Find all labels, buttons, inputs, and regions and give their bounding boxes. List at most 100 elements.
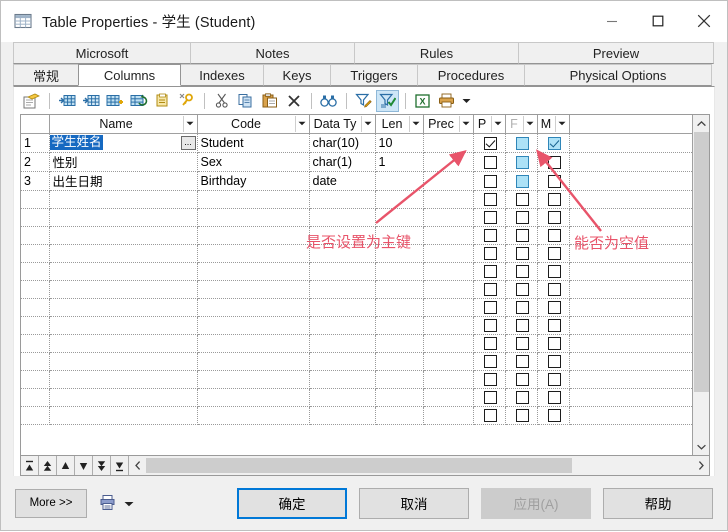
delete-icon[interactable] — [282, 90, 305, 112]
cell-datatype[interactable]: char(1) — [309, 152, 376, 172]
nav-next-page-button[interactable] — [93, 456, 111, 475]
row-number-empty[interactable] — [21, 352, 50, 371]
cell-name[interactable]: 性别 — [49, 152, 198, 172]
table-row-empty[interactable] — [21, 190, 692, 209]
chevron-down-icon[interactable] — [360, 115, 375, 132]
scroll-left-button[interactable] — [129, 456, 146, 475]
column-header-mandatory[interactable]: M — [537, 115, 570, 134]
vertical-scrollbar[interactable] — [692, 115, 709, 455]
row-number-empty[interactable] — [21, 370, 50, 389]
cell-foreign[interactable] — [505, 133, 538, 153]
maximize-button[interactable] — [635, 1, 681, 41]
row-number-empty[interactable] — [21, 208, 50, 227]
chevron-down-icon[interactable] — [522, 115, 537, 132]
table-row-empty[interactable] — [21, 244, 692, 263]
cell-checkbox-empty[interactable] — [505, 388, 538, 407]
row-number-empty[interactable] — [21, 406, 50, 425]
cell-empty[interactable] — [197, 280, 310, 299]
cell-checkbox-empty[interactable] — [505, 208, 538, 227]
cell-checkbox-empty[interactable] — [473, 406, 506, 425]
cell-checkbox-empty[interactable] — [505, 244, 538, 263]
row-number[interactable]: 1 — [21, 133, 50, 153]
print-icon[interactable] — [435, 90, 458, 112]
cell-mandatory[interactable] — [537, 152, 570, 172]
cell-code[interactable]: Birthday — [197, 171, 310, 191]
cell-empty[interactable] — [375, 244, 424, 263]
table-row-empty[interactable] — [21, 262, 692, 281]
cell-empty[interactable] — [375, 226, 424, 245]
cell-empty[interactable] — [423, 190, 474, 209]
scroll-up-button[interactable] — [693, 115, 709, 132]
cell-checkbox-empty[interactable] — [505, 370, 538, 389]
export-excel-icon[interactable]: X — [411, 90, 434, 112]
cell-empty[interactable] — [309, 370, 376, 389]
cell-empty[interactable] — [375, 298, 424, 317]
cell-empty[interactable] — [309, 316, 376, 335]
cell-checkbox-empty[interactable] — [537, 298, 570, 317]
copy-icon[interactable] — [234, 90, 257, 112]
cell-empty[interactable] — [423, 262, 474, 281]
cell-len[interactable] — [375, 171, 424, 191]
cell-empty[interactable] — [309, 190, 376, 209]
cell-checkbox-empty[interactable] — [537, 280, 570, 299]
cell-checkbox-empty[interactable] — [537, 190, 570, 209]
cell-empty[interactable] — [49, 244, 198, 263]
table-row-empty[interactable] — [21, 316, 692, 335]
cell-checkbox-empty[interactable] — [473, 262, 506, 281]
cell-prec[interactable] — [423, 171, 474, 191]
cell-empty[interactable] — [309, 226, 376, 245]
cell-checkbox-empty[interactable] — [473, 352, 506, 371]
cell-empty[interactable] — [49, 208, 198, 227]
cell-empty[interactable] — [375, 352, 424, 371]
row-number[interactable]: 2 — [21, 152, 50, 172]
cell-checkbox-empty[interactable] — [505, 262, 538, 281]
cell-checkbox-empty[interactable] — [473, 298, 506, 317]
row-number-empty[interactable] — [21, 388, 50, 407]
properties-icon[interactable] — [20, 90, 43, 112]
cell-empty[interactable] — [375, 208, 424, 227]
tab-microsoft[interactable]: Microsoft — [13, 42, 191, 64]
row-number-empty[interactable] — [21, 280, 50, 299]
cell-checkbox-empty[interactable] — [505, 406, 538, 425]
cell-code[interactable]: Sex — [197, 152, 310, 172]
minimize-button[interactable] — [589, 1, 635, 41]
cell-empty[interactable] — [309, 298, 376, 317]
cell-foreign[interactable] — [505, 152, 538, 172]
cell-checkbox-empty[interactable] — [537, 208, 570, 227]
cell-empty[interactable] — [375, 334, 424, 353]
cell-empty[interactable] — [197, 406, 310, 425]
row-number-empty[interactable] — [21, 190, 50, 209]
cell-empty[interactable] — [197, 352, 310, 371]
print-setup-caret-icon[interactable] — [124, 496, 134, 510]
add-row-icon[interactable] — [79, 90, 102, 112]
refresh-table-icon[interactable] — [127, 90, 150, 112]
column-header-prec[interactable]: Prec — [423, 115, 474, 134]
table-row-empty[interactable] — [21, 226, 692, 245]
edit-filter-icon[interactable] — [352, 90, 375, 112]
cell-primary[interactable] — [473, 171, 506, 191]
cell-checkbox-empty[interactable] — [505, 316, 538, 335]
cell-empty[interactable] — [49, 352, 198, 371]
row-number-empty[interactable] — [21, 244, 50, 263]
cell-empty[interactable] — [49, 280, 198, 299]
help-button[interactable]: 帮助 — [603, 487, 713, 519]
nav-last-button[interactable] — [111, 456, 129, 475]
table-row-empty[interactable] — [21, 388, 692, 407]
chevron-down-icon[interactable] — [554, 115, 569, 132]
cell-prec[interactable] — [423, 152, 474, 172]
tab-notes[interactable]: Notes — [190, 42, 355, 64]
row-number-empty[interactable] — [21, 298, 50, 317]
cell-empty[interactable] — [49, 316, 198, 335]
vertical-scroll-track[interactable] — [693, 132, 709, 438]
cell-checkbox-empty[interactable] — [473, 208, 506, 227]
cell-empty[interactable] — [49, 226, 198, 245]
cell-datatype[interactable]: char(10) — [309, 133, 376, 153]
cell-empty[interactable] — [375, 190, 424, 209]
cell-checkbox-empty[interactable] — [537, 352, 570, 371]
delete-key-icon[interactable] — [175, 90, 198, 112]
cell-checkbox-empty[interactable] — [537, 334, 570, 353]
cell-mandatory[interactable] — [537, 133, 570, 153]
cell-empty[interactable] — [423, 226, 474, 245]
cell-empty[interactable] — [197, 334, 310, 353]
cell-empty[interactable] — [49, 190, 198, 209]
